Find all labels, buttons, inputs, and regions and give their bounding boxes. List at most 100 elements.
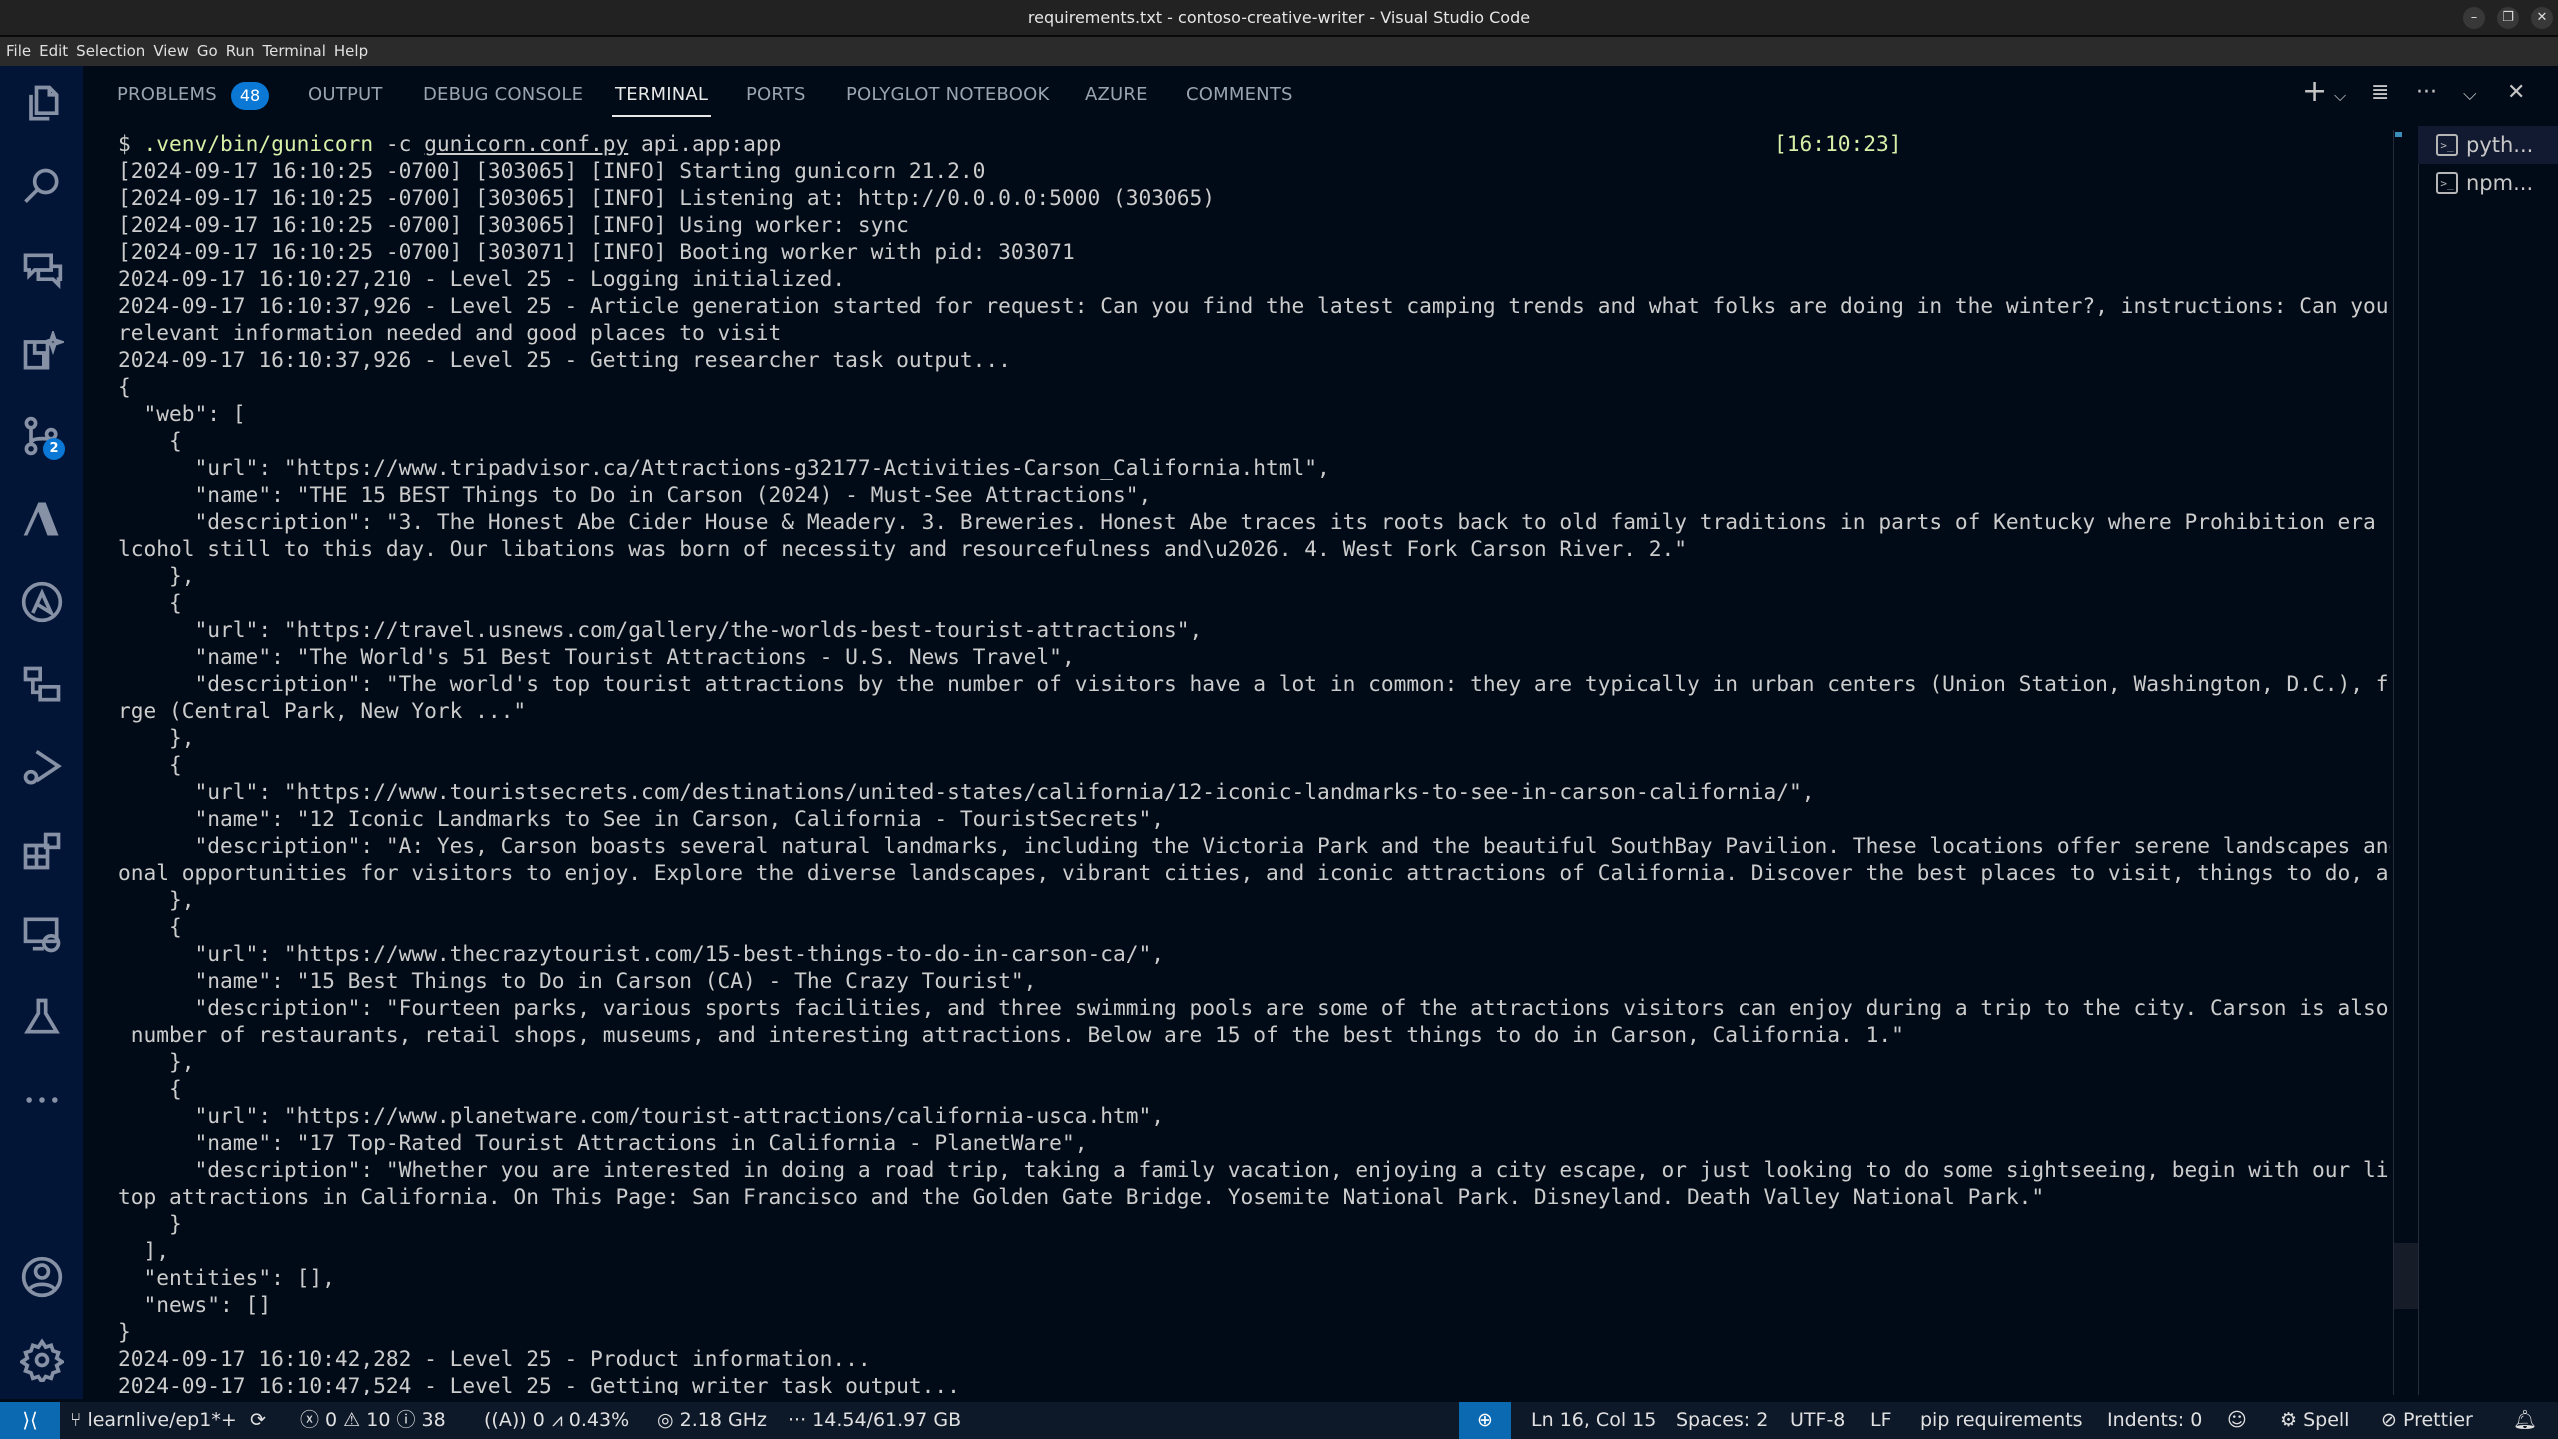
tab-azure[interactable]: AZURE — [1085, 84, 1148, 105]
ansible-icon[interactable] — [0, 572, 83, 632]
terminal-line: } — [118, 1319, 131, 1344]
tab-polyglot-notebook[interactable]: POLYGLOT NOTEBOOK — [846, 84, 1049, 105]
run-debug-icon[interactable] — [0, 738, 83, 798]
menu-go[interactable]: Go — [193, 37, 222, 66]
terminal-line: ], — [118, 1238, 170, 1263]
config-file-link[interactable]: gunicorn.conf.py — [424, 131, 628, 156]
memory-value: 14.54/61.97 GB — [812, 1409, 962, 1431]
prettier-status[interactable]: ⊘ Prettier — [2381, 1402, 2473, 1439]
terminal-line: "name": "17 Top-Rated Tourist Attraction… — [118, 1130, 1088, 1155]
search-icon[interactable] — [0, 157, 83, 217]
minimize-button[interactable]: – — [2463, 7, 2485, 29]
chat-icon[interactable] — [0, 240, 83, 300]
terminal-line: "url": "https://www.touristsecrets.com/d… — [118, 779, 1815, 804]
tab-debug-console[interactable]: DEBUG CONSOLE — [423, 84, 583, 105]
tab-terminal[interactable]: TERMINAL — [611, 84, 712, 117]
tab-ports[interactable]: PORTS — [746, 84, 806, 105]
ports-count: 0 — [532, 1409, 545, 1431]
scroll-marker — [2395, 132, 2402, 137]
copilot-status-icon[interactable]: ☺ — [2227, 1402, 2247, 1439]
close-window-button[interactable]: ✕ — [2531, 7, 2553, 29]
terminal-line: top attractions in California. On This P… — [118, 1184, 2045, 1209]
freq-status[interactable]: ◎ 2.18 GHz — [657, 1402, 767, 1439]
terminal-line: "web": [ — [118, 401, 246, 426]
terminal-output[interactable]: $ .venv/bin/gunicorn -c gunicorn.conf.py… — [118, 130, 2390, 1395]
terminal-line: { — [118, 1076, 182, 1101]
menu-run[interactable]: Run — [222, 37, 259, 66]
tab-comments[interactable]: COMMENTS — [1186, 84, 1293, 105]
terminal-line: "url": "https://www.tripadvisor.ca/Attra… — [118, 455, 1330, 480]
terminal-tabs-list: >_ pyth... >_ npm... — [2418, 126, 2558, 202]
terminal-icon: >_ — [2436, 172, 2458, 194]
remote-indicator-icon[interactable]: ⟩⟨ — [0, 1402, 60, 1439]
terminal-tab-python[interactable]: >_ pyth... — [2418, 126, 2558, 164]
encoding[interactable]: UTF-8 — [1790, 1402, 1845, 1439]
terminal-line: { — [118, 752, 182, 777]
terminal-command-line: $ .venv/bin/gunicorn -c gunicorn.conf.py… — [118, 130, 2390, 157]
cpu-status[interactable]: ⩘ 0.43% — [552, 1402, 629, 1439]
settings-gear-icon[interactable] — [0, 1330, 83, 1390]
git-branch-icon: ⑂ — [70, 1409, 88, 1431]
menu-file[interactable]: File — [0, 37, 35, 66]
terminal-tab-npm[interactable]: >_ npm... — [2418, 164, 2558, 202]
warnings-count: 10 — [366, 1409, 391, 1431]
azure-icon[interactable] — [0, 489, 83, 549]
gauge-icon: ◎ — [657, 1409, 680, 1431]
scrollbar-thumb[interactable] — [2394, 1243, 2418, 1309]
terminal-line: onal opportunities for visitors to enjoy… — [118, 860, 2390, 885]
testing-icon[interactable] — [0, 987, 83, 1047]
broadcast-icon: ((A)) — [484, 1409, 533, 1431]
menu-edit[interactable]: Edit — [35, 37, 72, 66]
terminal-line: "description": "Fourteen parks, various … — [118, 995, 2390, 1020]
status-bar: ⟩⟨ ⑂ learnlive/ep1*+ ⟳ ⓧ 0 ⚠ 10 ⓘ 38 ((A… — [0, 1402, 2558, 1439]
ports-status[interactable]: ((A)) 0 — [484, 1402, 545, 1439]
restore-button[interactable]: ❐ — [2497, 7, 2519, 29]
pulse-icon: ⩘ — [552, 1409, 569, 1431]
memory-status[interactable]: ··· 14.54/61.97 GB — [788, 1402, 961, 1439]
new-terminal-plus-icon[interactable]: + — [2302, 74, 2327, 109]
indents-status[interactable]: Indents: 0 — [2107, 1402, 2202, 1439]
account-icon[interactable] — [0, 1247, 83, 1307]
terminal-line: "url": "https://www.thecrazytourist.com/… — [118, 941, 1164, 966]
more-icon[interactable] — [0, 1070, 83, 1130]
menu-selection[interactable]: Selection — [72, 37, 149, 66]
menu-help[interactable]: Help — [330, 37, 372, 66]
zoom-icon[interactable]: ⊕ — [1459, 1402, 1511, 1439]
errors-count: 0 — [325, 1409, 338, 1431]
command-timestamp: [16:10:23] — [1774, 131, 1902, 156]
command-args-app: api.app:app — [628, 131, 782, 156]
branch-item[interactable]: ⑂ learnlive/ep1*+ — [70, 1402, 237, 1439]
remote-explorer-icon[interactable] — [0, 655, 83, 715]
spell-label: Spell — [2303, 1409, 2350, 1431]
remote-desktop-icon[interactable] — [0, 904, 83, 964]
info-icon: ⓘ — [390, 1409, 422, 1431]
terminal-line: [2024-09-17 16:10:25 -0700] [303065] [IN… — [118, 185, 1216, 210]
spell-status[interactable]: ⚙ Spell — [2280, 1402, 2349, 1439]
explorer-icon[interactable] — [0, 74, 83, 134]
sync-icon[interactable]: ⟳ — [250, 1402, 266, 1439]
menu-terminal[interactable]: Terminal — [259, 37, 330, 66]
copilot-icon[interactable] — [0, 323, 83, 383]
cursor-position[interactable]: Ln 16, Col 15 — [1531, 1402, 1656, 1439]
language-mode[interactable]: pip requirements — [1920, 1402, 2083, 1439]
end-of-line[interactable]: LF — [1870, 1402, 1892, 1439]
indentation-spaces[interactable]: Spaces: 2 — [1676, 1402, 1768, 1439]
menu-view[interactable]: View — [149, 37, 193, 66]
problems-status[interactable]: ⓧ 0 ⚠ 10 ⓘ 38 — [300, 1402, 446, 1439]
more-actions-icon[interactable]: ··· — [2416, 80, 2437, 105]
extensions-icon[interactable] — [0, 821, 83, 881]
maximize-panel-chevron-icon[interactable]: ⌵ — [2463, 84, 2477, 105]
close-panel-icon[interactable]: ✕ — [2507, 80, 2525, 105]
terminal-line: "description": "3. The Honest Abe Cider … — [118, 509, 2390, 534]
terminal-line: rge (Central Park, New York ..." — [118, 698, 527, 723]
terminal-scrollbar[interactable] — [2393, 130, 2419, 1395]
tab-problems[interactable]: PROBLEMS — [117, 84, 217, 105]
terminal-dropdown-chevron-icon[interactable]: ⌵ — [2334, 86, 2346, 106]
clear-terminal-icon[interactable]: ≣ — [2371, 80, 2389, 105]
terminal-line: 2024-09-17 16:10:37,926 - Level 25 - Art… — [118, 293, 2390, 318]
notifications-bell-icon[interactable]: 🔔︎ — [2513, 1402, 2537, 1439]
prompt: $ — [118, 131, 144, 156]
panel-tabs: PROBLEMS 48 OUTPUT DEBUG CONSOLE TERMINA… — [83, 66, 2558, 128]
source-control-icon[interactable]: 2 — [0, 406, 83, 466]
tab-output[interactable]: OUTPUT — [308, 84, 383, 105]
